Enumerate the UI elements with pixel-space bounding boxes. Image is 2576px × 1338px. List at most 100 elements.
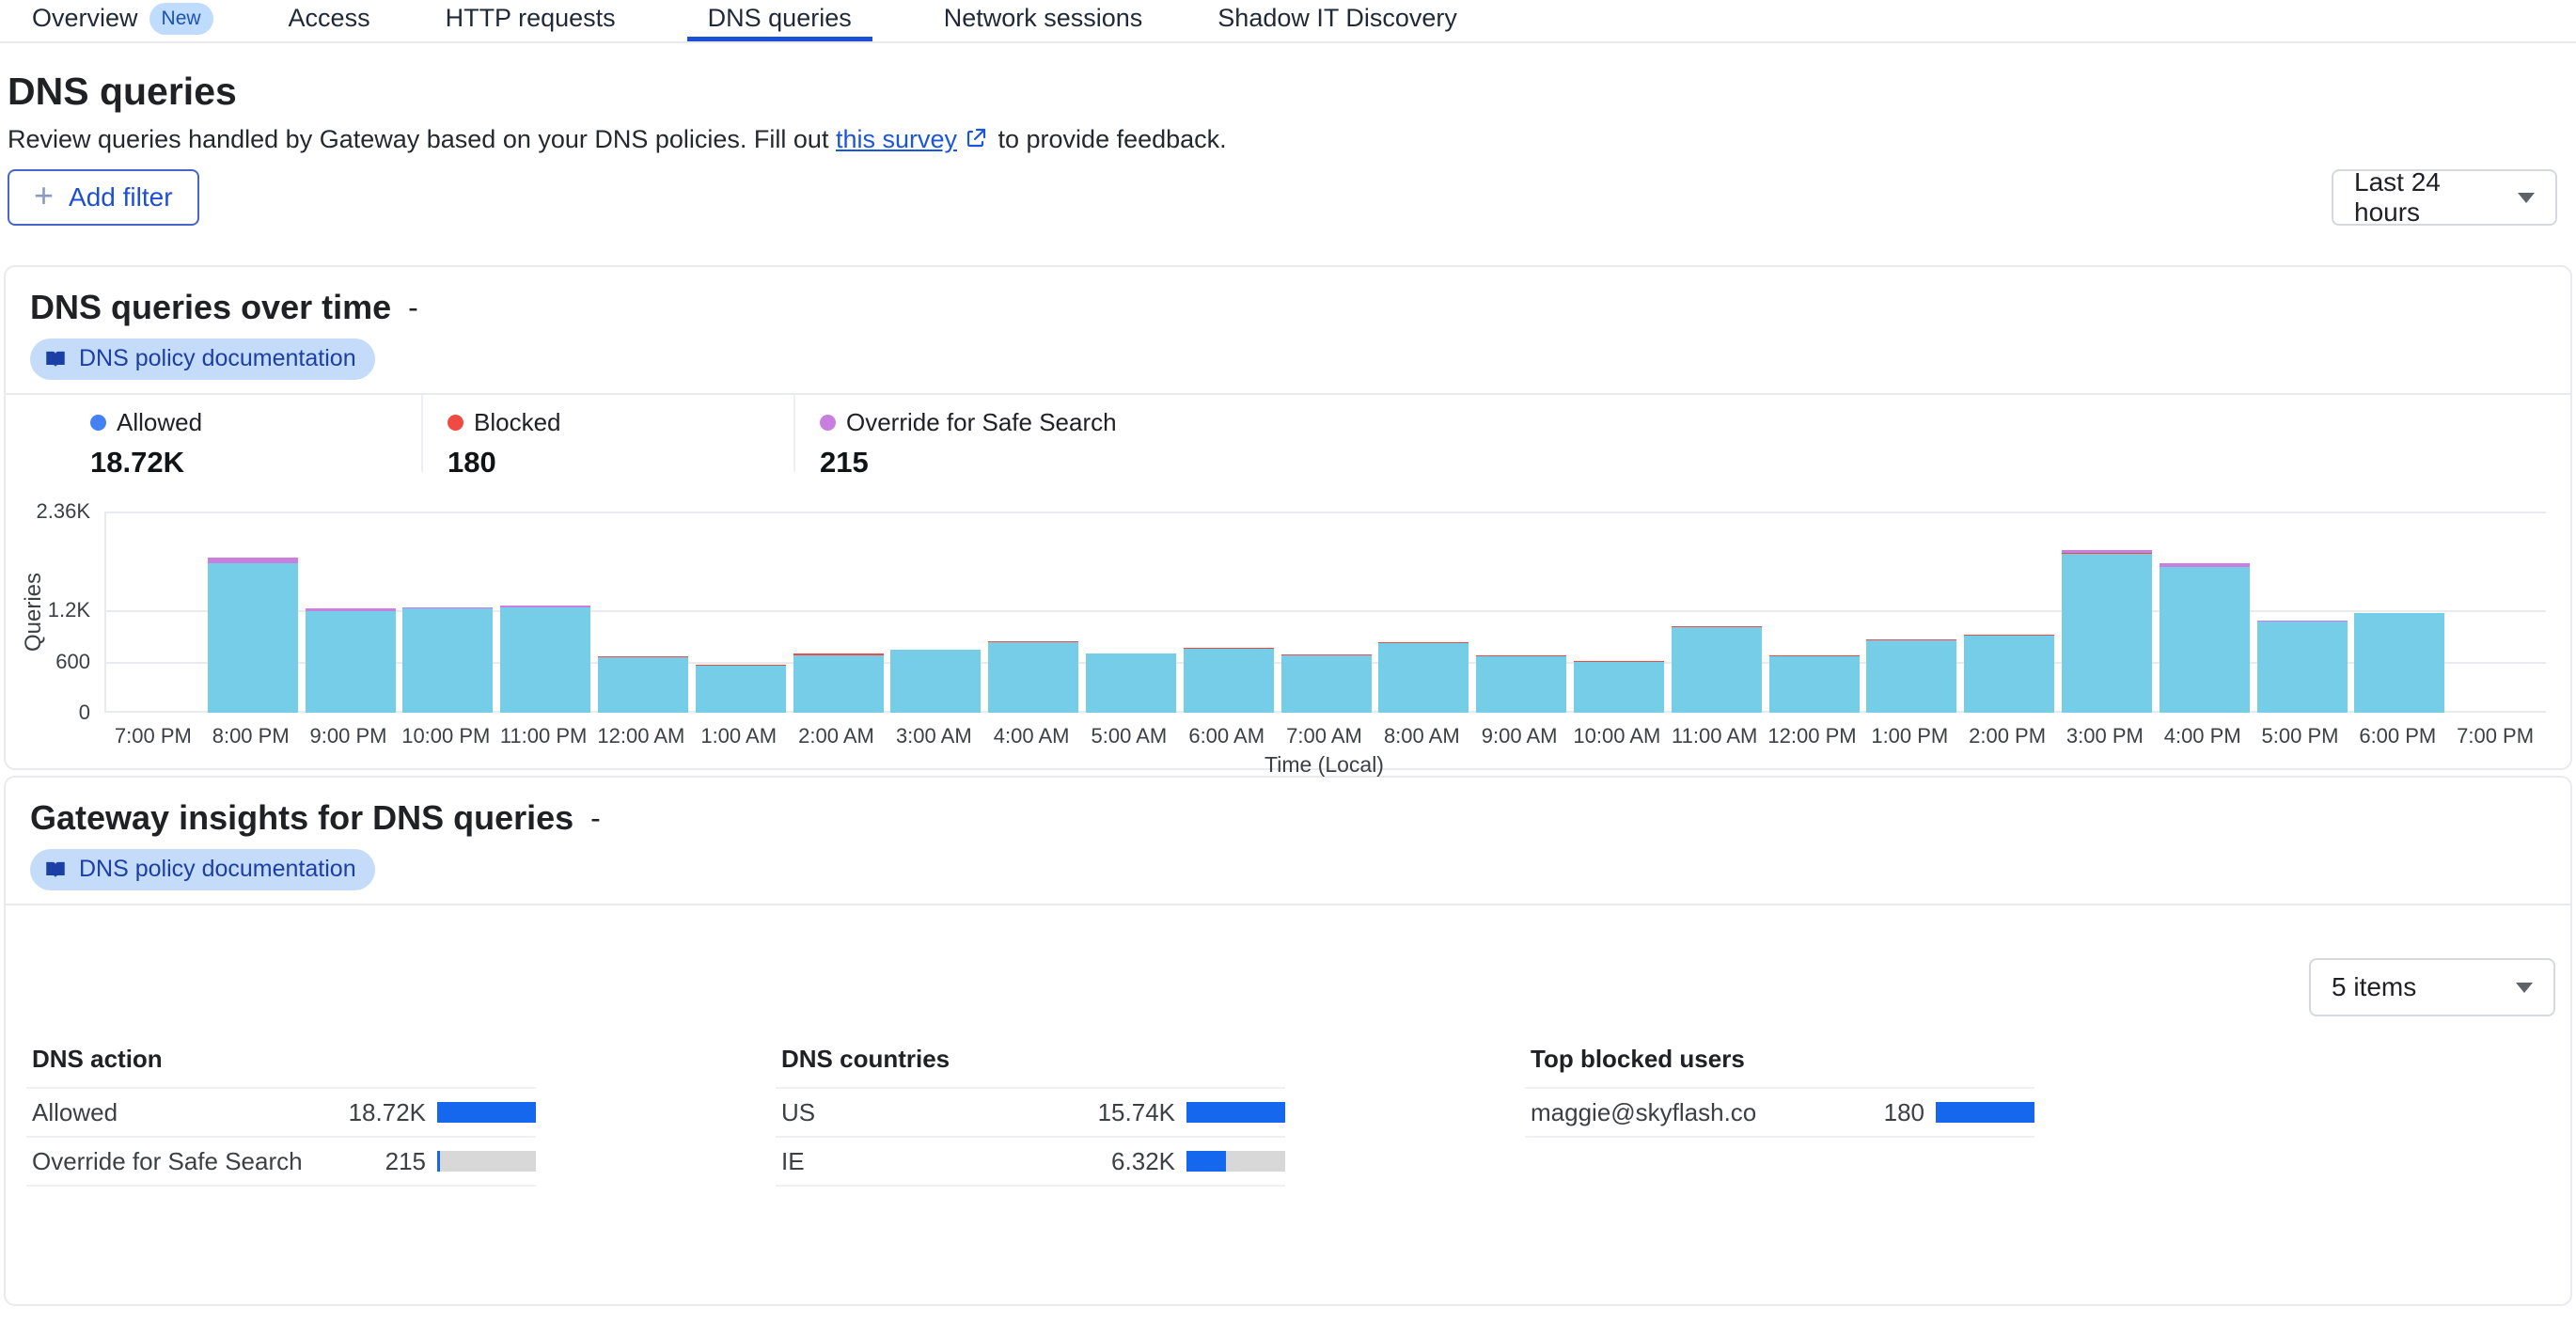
items-count-select[interactable]: 5 items bbox=[2309, 958, 2555, 1016]
row-value: 6.32K bbox=[1072, 1147, 1175, 1176]
bar-3-00-am bbox=[890, 650, 981, 713]
table-header: DNS countries bbox=[776, 1045, 1285, 1089]
bar-segment-allowed bbox=[1184, 649, 1274, 713]
timeseries-card-title: DNS queries over time bbox=[30, 288, 391, 327]
row-label: Override for Safe Search bbox=[32, 1147, 322, 1176]
tab-overview[interactable]: OverviewNew bbox=[28, 0, 217, 41]
bar-11-00-am bbox=[1672, 626, 1762, 713]
bar-5-00-am bbox=[1086, 653, 1176, 713]
bar-4-00-pm bbox=[2160, 563, 2250, 713]
value-bar bbox=[437, 1102, 536, 1123]
insights-body: 5 items DNS actionAllowed18.72KOverride … bbox=[6, 905, 2570, 1338]
bar-5-00-pm bbox=[2257, 621, 2348, 713]
value-bar-track bbox=[1936, 1102, 2034, 1123]
tab-dns-queries[interactable]: DNS queries bbox=[687, 0, 872, 41]
bar-segment-allowed bbox=[1281, 655, 1372, 713]
tab-bar: OverviewNew Access HTTP requests DNS querie… bbox=[0, 0, 2576, 43]
legend-blocked[interactable]: Blocked180 bbox=[421, 395, 793, 472]
dns-policy-doc-badge[interactable]: DNS policy documentation bbox=[30, 849, 375, 890]
bar-segment-allowed bbox=[208, 563, 298, 713]
bar-3-00-pm bbox=[2062, 550, 2152, 713]
top-blocked-users-table: Top blocked usersmaggie@skyflash.co180 bbox=[1525, 1045, 2034, 1187]
bar-9-00-pm bbox=[306, 608, 396, 713]
toolbar: + Add filter Last 24 hours bbox=[0, 154, 2576, 226]
y-axis-tick-label: 0 bbox=[11, 700, 90, 725]
bar-1-00-am bbox=[696, 665, 786, 713]
bar-2-00-pm bbox=[1964, 635, 2054, 713]
page-subtitle: Review queries handled by Gateway based … bbox=[8, 125, 2568, 154]
value-bar bbox=[1936, 1102, 2034, 1123]
bar-segment-override-for-safe-search bbox=[208, 558, 298, 564]
bar-segment-allowed bbox=[402, 608, 493, 713]
plus-icon: + bbox=[34, 179, 54, 213]
legend-dot bbox=[90, 415, 106, 431]
bar-segment-allowed bbox=[696, 666, 786, 713]
table-header: Top blocked users bbox=[1525, 1045, 2034, 1089]
tab-label: Access bbox=[289, 4, 370, 33]
bar-segment-allowed bbox=[2354, 613, 2444, 713]
gateway-insights-card: Gateway insights for DNS queries - DNS p… bbox=[4, 776, 2572, 1306]
bar-10-00-am bbox=[1574, 661, 1664, 713]
legend-override-for-safe-search[interactable]: Override for Safe Search215 bbox=[793, 395, 1166, 472]
items-count-value: 5 items bbox=[2332, 972, 2416, 1002]
tab-shadow-it-discovery[interactable]: Shadow IT Discovery bbox=[1214, 0, 1461, 41]
subtitle-text: Review queries handled by Gateway based … bbox=[8, 125, 836, 153]
bar-8-00-am bbox=[1378, 642, 1469, 713]
table-row: Override for Safe Search215 bbox=[26, 1138, 536, 1187]
bar-segment-allowed bbox=[306, 611, 396, 713]
bar-7-00-am bbox=[1281, 654, 1372, 713]
time-range-value: Last 24 hours bbox=[2354, 167, 2501, 228]
bar-segment-allowed bbox=[793, 655, 884, 713]
chart-legend: Allowed18.72KBlocked180Override for Safe… bbox=[6, 395, 2570, 472]
legend-label: Blocked bbox=[474, 408, 561, 437]
plot-area bbox=[104, 512, 2546, 713]
survey-link[interactable]: this survey bbox=[836, 125, 957, 153]
y-axis-tick-label: 2.36K bbox=[11, 499, 90, 524]
tab-network-sessions[interactable]: Network sessions bbox=[940, 0, 1147, 41]
add-filter-button[interactable]: + Add filter bbox=[8, 169, 199, 226]
tab-label: Network sessions bbox=[944, 4, 1143, 33]
legend-item-row: Allowed bbox=[90, 408, 421, 437]
legend-item-row: Blocked bbox=[448, 408, 793, 437]
collapse-dash: - bbox=[408, 291, 418, 325]
dns-countries-table: DNS countriesUS15.74KIE6.32K bbox=[776, 1045, 1285, 1187]
value-bar-track bbox=[1186, 1102, 1285, 1123]
subtitle-text-suffix: to provide feedback. bbox=[991, 125, 1227, 153]
tab-http-requests[interactable]: HTTP requests bbox=[442, 0, 620, 41]
tab-access[interactable]: Access bbox=[285, 0, 374, 41]
time-range-select[interactable]: Last 24 hours bbox=[2332, 169, 2557, 226]
x-axis-tick-label: 7:00 PM bbox=[2434, 724, 2556, 748]
bar-segment-allowed bbox=[500, 607, 590, 713]
x-axis-title: Time (Local) bbox=[104, 752, 2544, 778]
bar-12-00-pm bbox=[1769, 655, 1860, 713]
tab-label: Overview bbox=[32, 4, 138, 33]
external-link-icon[interactable] bbox=[957, 125, 991, 153]
bar-segment-allowed bbox=[1476, 656, 1566, 713]
doc-badge-label: DNS policy documentation bbox=[79, 856, 356, 883]
bar-11-00-pm bbox=[500, 606, 590, 713]
dns-policy-doc-badge[interactable]: DNS policy documentation bbox=[30, 338, 375, 380]
legend-allowed[interactable]: Allowed18.72K bbox=[6, 395, 421, 472]
add-filter-label: Add filter bbox=[69, 182, 173, 213]
row-label: maggie@skyflash.co bbox=[1531, 1098, 1821, 1127]
value-bar bbox=[1186, 1151, 1226, 1172]
bar-segment-allowed bbox=[2257, 622, 2348, 713]
row-label: Allowed bbox=[32, 1098, 322, 1127]
bar-segment-allowed bbox=[1866, 640, 1956, 713]
dns-queries-chart: 06001.2K2.36KQueries7:00 PM8:00 PM9:00 P… bbox=[6, 472, 2570, 768]
value-bar bbox=[1186, 1102, 1285, 1123]
page-header: DNS queries Review queries handled by Ga… bbox=[0, 43, 2576, 154]
bar-segment-allowed bbox=[1964, 636, 2054, 713]
bar-segment-allowed bbox=[2062, 554, 2152, 713]
bar-9-00-am bbox=[1476, 655, 1566, 713]
book-icon bbox=[43, 858, 68, 882]
chevron-down-icon bbox=[2516, 983, 2533, 993]
legend-label: Allowed bbox=[117, 408, 202, 437]
tab-label: Shadow IT Discovery bbox=[1217, 4, 1457, 33]
bar-segment-allowed bbox=[1672, 627, 1762, 713]
legend-label: Override for Safe Search bbox=[846, 408, 1117, 437]
grid-line bbox=[106, 512, 2546, 513]
table-header: DNS action bbox=[26, 1045, 536, 1089]
bar-6-00-am bbox=[1184, 648, 1274, 713]
table-row: IE6.32K bbox=[776, 1138, 1285, 1187]
